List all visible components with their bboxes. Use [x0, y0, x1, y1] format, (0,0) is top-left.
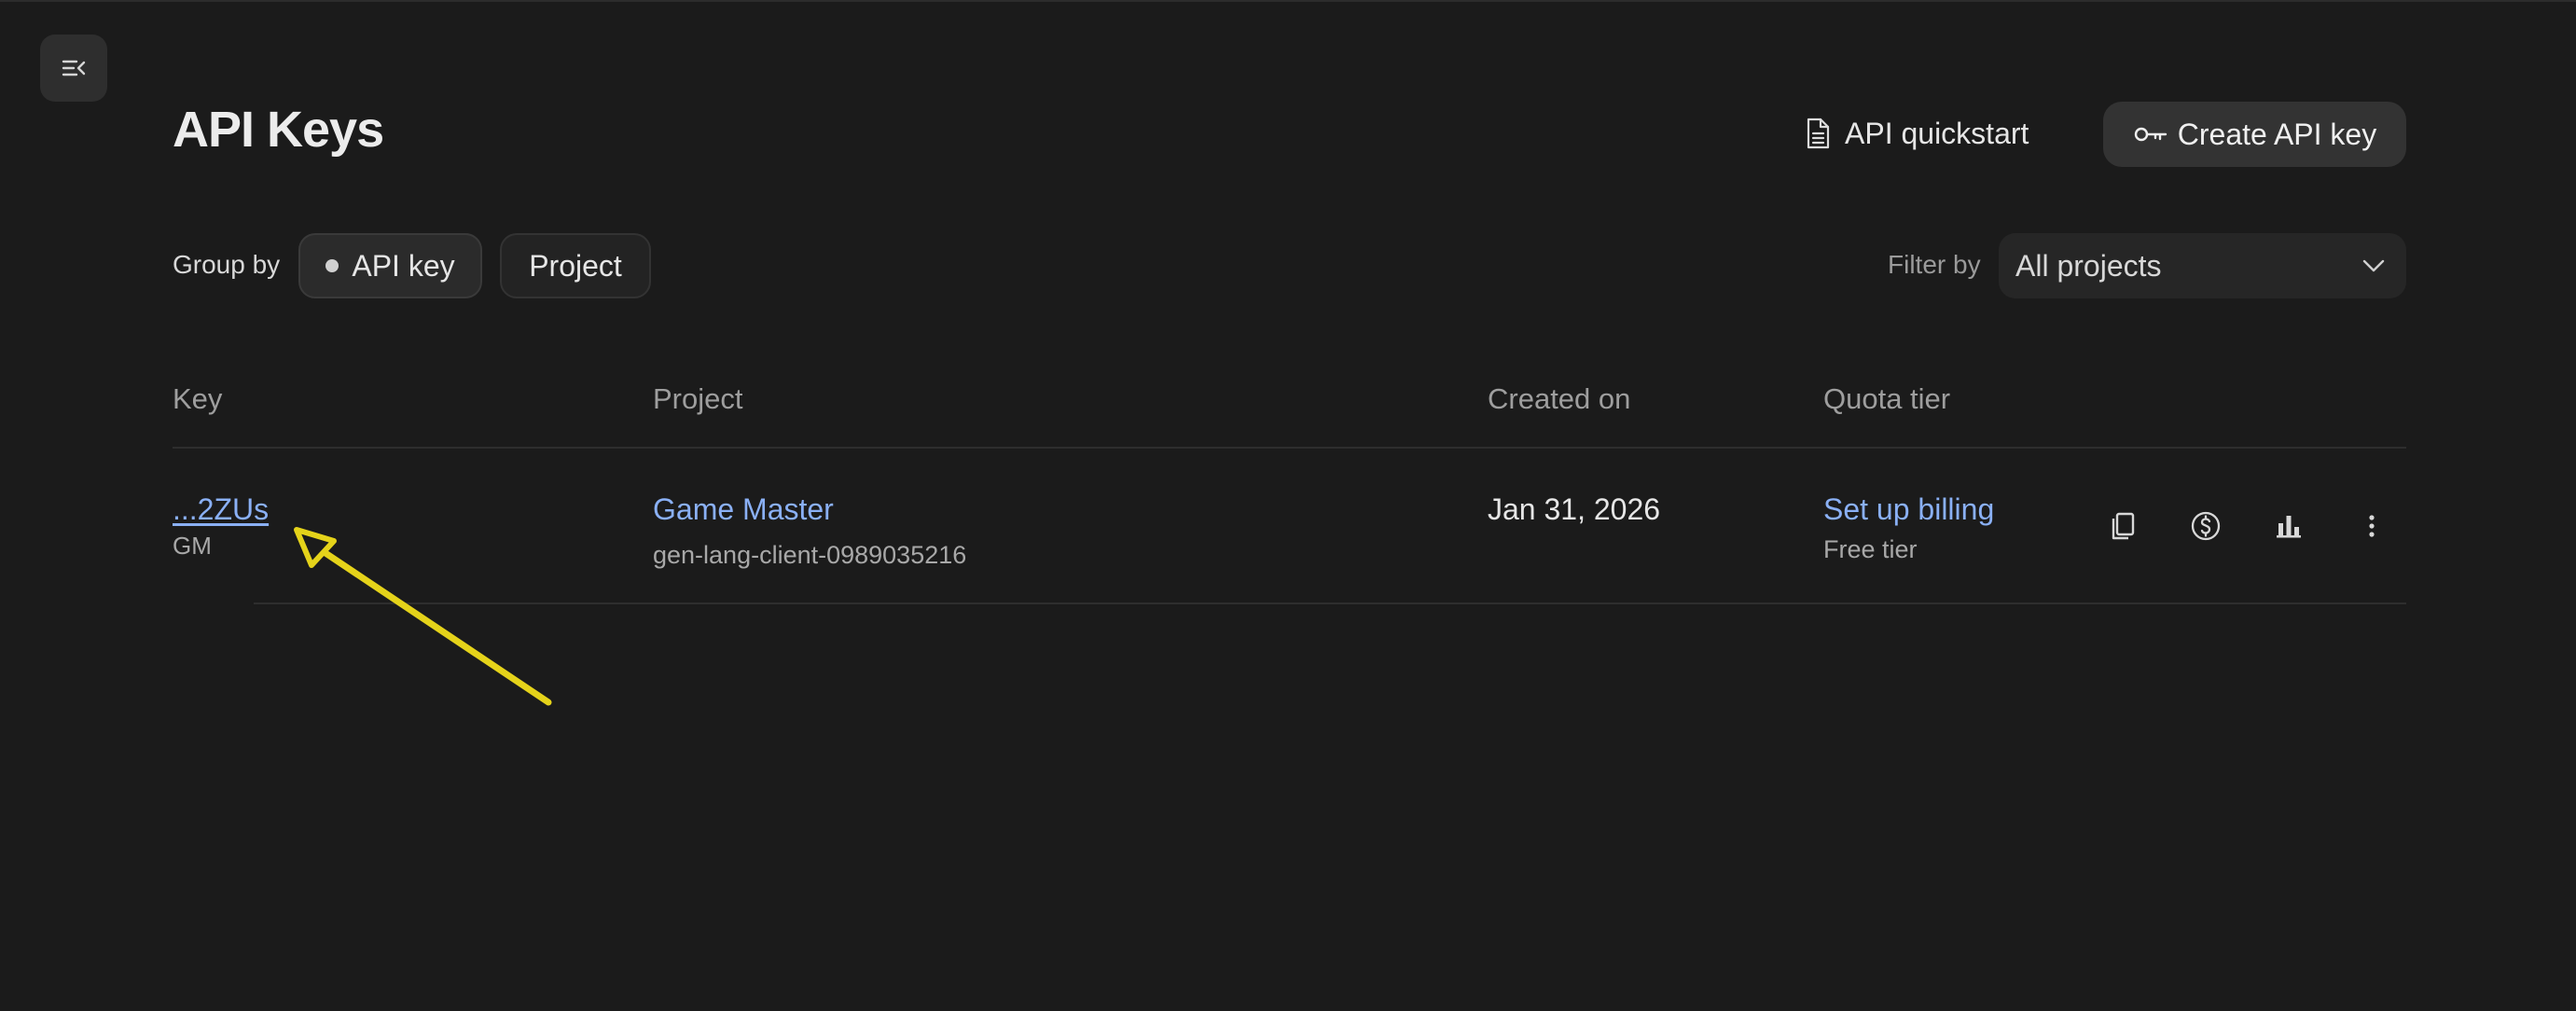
create-api-key-label: Create API key [2177, 117, 2377, 151]
chip-label: Project [529, 248, 622, 283]
group-by-api-key-chip[interactable]: API key [298, 233, 482, 298]
sidebar-toggle-button[interactable] [40, 35, 107, 102]
api-quickstart-label: API quickstart [1845, 116, 2029, 150]
key-icon [2134, 127, 2167, 142]
more-vertical-icon [2369, 515, 2375, 537]
column-header-key: Key [173, 382, 223, 415]
dollar-icon [2191, 511, 2221, 541]
annotation-arrow-icon [294, 527, 552, 706]
usage-button[interactable] [2266, 504, 2311, 548]
api-key-link[interactable]: ...2ZUs [173, 492, 269, 527]
set-up-billing-link[interactable]: Set up billing [1823, 492, 1994, 527]
collapse-menu-icon [62, 60, 86, 76]
chip-label: API key [352, 248, 455, 283]
group-by-project-chip[interactable]: Project [500, 233, 651, 298]
row-divider [254, 602, 2406, 604]
created-on-date: Jan 31, 2026 [1488, 492, 1661, 526]
api-quickstart-button[interactable]: API quickstart [1793, 101, 2040, 166]
more-options-button[interactable] [2349, 504, 2394, 548]
project-link[interactable]: Game Master [653, 492, 834, 527]
bar-chart-icon [2277, 516, 2301, 538]
copy-icon [2112, 512, 2135, 540]
api-keys-page: API Keys API quickstart Create API key G… [0, 0, 2576, 1011]
column-header-project: Project [653, 382, 743, 415]
chevron-down-icon [2362, 259, 2385, 272]
filter-by-label: Filter by [1888, 250, 1981, 279]
selected-dot-icon [325, 259, 339, 272]
document-icon [1807, 118, 1830, 149]
project-filter-select[interactable]: All projects [1999, 233, 2406, 298]
billing-button[interactable] [2183, 504, 2228, 548]
column-header-quota-tier: Quota tier [1823, 382, 1951, 415]
create-api-key-button[interactable]: Create API key [2103, 102, 2406, 167]
filter-selected-value: All projects [2015, 248, 2162, 283]
group-by-label: Group by [173, 250, 281, 279]
page-title: API Keys [173, 102, 384, 158]
api-key-name: GM [173, 532, 212, 560]
header-divider [173, 447, 2406, 449]
quota-tier-label: Free tier [1823, 535, 1918, 563]
project-id: gen-lang-client-0989035216 [653, 541, 967, 569]
column-header-created-on: Created on [1488, 382, 1631, 415]
copy-key-button[interactable] [2100, 504, 2145, 548]
top-border [0, 0, 2576, 2]
